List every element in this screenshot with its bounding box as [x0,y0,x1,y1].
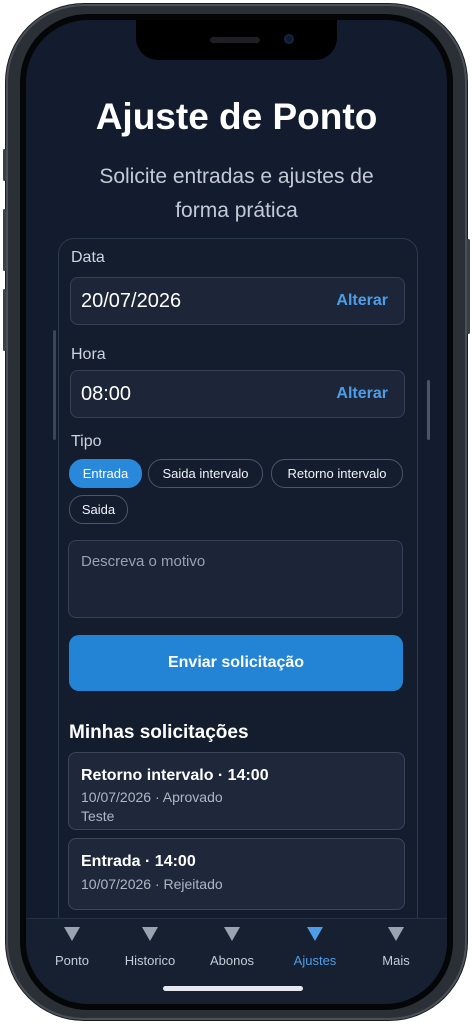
scrollbar[interactable] [427,380,430,440]
reason-placeholder: Descreva o motivo [81,553,206,570]
time-label: Hora [71,346,106,363]
mute-switch [3,149,6,181]
triangle-down-icon [224,927,240,941]
bottom-tab-bar: Ponto Historico Abonos Ajustes Mais [26,918,447,1004]
volume-down-button [3,289,6,351]
tab-historico[interactable]: Historico [108,927,192,968]
type-chip-retorno-intervalo[interactable]: Retorno intervalo [271,459,403,488]
change-date-button[interactable]: Alterar [336,292,388,310]
tab-label: Abonos [209,953,255,968]
power-button [467,239,470,334]
tab-label: Mais [382,953,410,968]
page-subtitle: Solicite entradas e ajustes de forma prá… [99,165,374,222]
type-chip-entrada[interactable]: Entrada [69,459,142,488]
request-card[interactable]: Retorno intervalo · 14:00 10/07/2026 · A… [68,752,405,830]
request-meta: 10/07/2026 · Aprovado [81,789,223,805]
time-field[interactable]: 08:00 Alterar [70,370,405,418]
speaker-grille [210,37,260,43]
tab-label: Ponto [55,953,89,968]
tab-label: Ajustes [293,953,337,968]
request-meta: 10/07/2026 · Rejeitado [81,876,223,892]
time-value: 08:00 [81,383,132,405]
triangle-down-icon [142,927,158,941]
front-camera-icon [284,34,294,44]
submit-request-button[interactable]: Enviar solicitação [69,635,403,691]
triangle-down-icon [64,927,80,941]
request-title: Retorno intervalo · 14:00 [81,767,269,784]
tab-label: Historico [124,953,176,968]
tab-ponto[interactable]: Ponto [30,927,114,968]
home-indicator[interactable] [163,986,303,991]
triangle-down-icon [388,927,404,941]
date-field[interactable]: 20/07/2026 Alterar [70,277,405,325]
type-label: Tipo [71,433,102,450]
type-chip-saida-intervalo[interactable]: Saida intervalo [148,459,263,488]
notch [136,20,337,60]
tab-ajustes[interactable]: Ajustes [273,927,357,968]
volume-up-button [3,209,6,271]
type-chip-saida[interactable]: Saida [69,495,128,524]
scroll-indicator-left [53,330,56,440]
date-value: 20/07/2026 [81,290,182,312]
my-requests-title: Minhas solicitações [69,722,249,743]
change-time-button[interactable]: Alterar [336,385,388,403]
page-title: Ajuste de Ponto [95,96,378,137]
reason-textarea[interactable]: Descreva o motivo [68,540,403,618]
date-label: Data [71,249,105,266]
tab-mais[interactable]: Mais [354,927,438,968]
request-title: Entrada · 14:00 [81,853,196,870]
request-note: Teste [81,808,115,824]
app-screen: Ajuste de Ponto Solicite entradas e ajus… [26,20,447,1004]
tab-abonos[interactable]: Abonos [190,927,274,968]
request-card[interactable]: Entrada · 14:00 10/07/2026 · Rejeitado [68,838,405,910]
triangle-down-icon [307,927,323,941]
